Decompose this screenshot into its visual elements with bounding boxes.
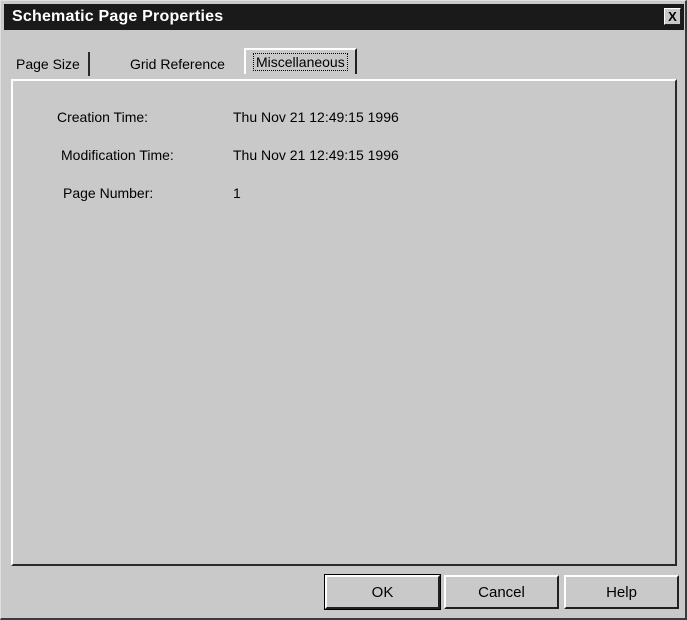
close-icon: X bbox=[668, 9, 677, 24]
page-number-value: 1 bbox=[233, 185, 241, 201]
tab-page-size[interactable]: Page Size bbox=[8, 52, 90, 76]
modification-time-value: Thu Nov 21 12:49:15 1996 bbox=[233, 147, 399, 163]
dialog-window: Schematic Page Properties X Page Size Gr… bbox=[0, 0, 687, 620]
page-number-label: Page Number: bbox=[63, 185, 154, 201]
window-title: Schematic Page Properties bbox=[12, 8, 224, 25]
tab-label: Miscellaneous bbox=[253, 53, 348, 71]
ok-button[interactable]: OK bbox=[324, 574, 441, 610]
title-bar: Schematic Page Properties X bbox=[4, 4, 684, 30]
tab-miscellaneous[interactable]: Miscellaneous bbox=[244, 48, 357, 74]
creation-time-label: Creation Time: bbox=[57, 109, 149, 125]
tab-grid-reference[interactable]: Grid Reference bbox=[122, 52, 233, 76]
tab-label: Grid Reference bbox=[130, 56, 225, 72]
close-button[interactable]: X bbox=[664, 8, 681, 25]
tab-panel-miscellaneous: Creation Time: Thu Nov 21 12:49:15 1996 … bbox=[11, 79, 677, 566]
tab-label: Page Size bbox=[16, 56, 80, 72]
help-button[interactable]: Help bbox=[564, 575, 679, 609]
cancel-button[interactable]: Cancel bbox=[444, 575, 559, 609]
modification-time-label: Modification Time: bbox=[61, 147, 174, 163]
creation-time-value: Thu Nov 21 12:49:15 1996 bbox=[233, 109, 399, 125]
